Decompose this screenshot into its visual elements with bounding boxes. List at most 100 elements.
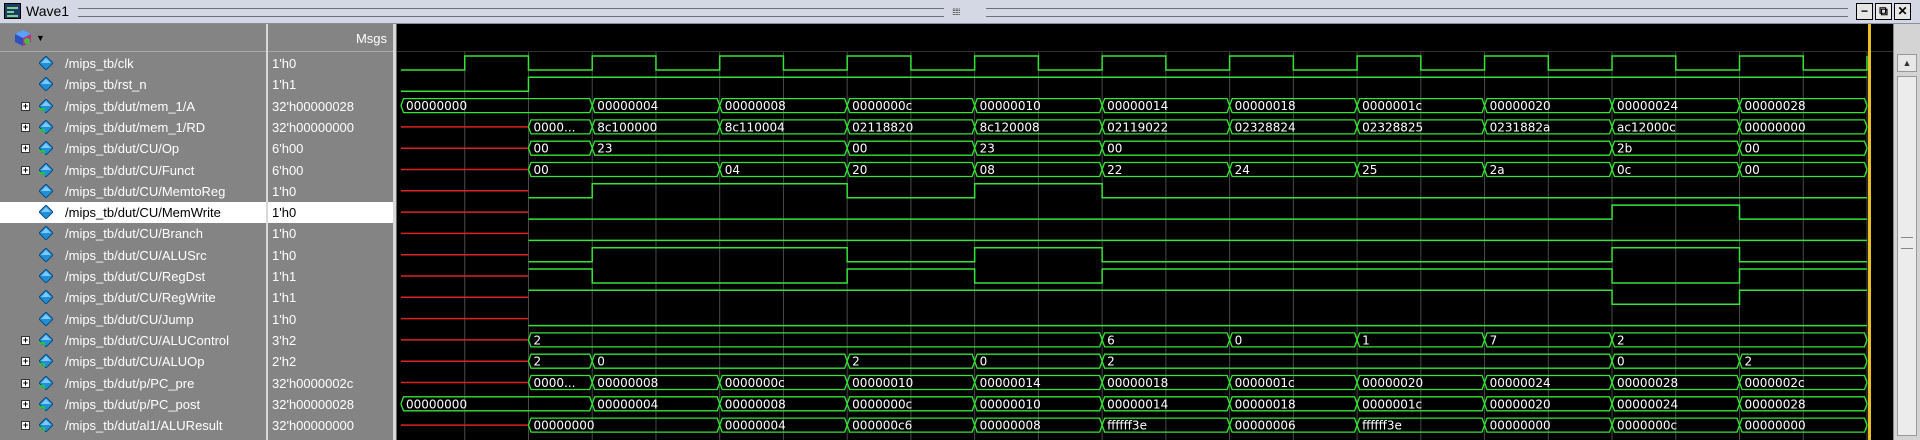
- signal-row[interactable]: + /mips_tb/dut/mem_1/A: [0, 96, 266, 117]
- dock-button[interactable]: ⧉: [1875, 3, 1892, 20]
- signal-value: 32'h00000028: [272, 98, 355, 114]
- signal-row[interactable]: /mips_tb/dut/CU/MemWrite: [0, 202, 266, 224]
- signal-name-panel: ▼ /mips_tb/clk/mips_tb/rst_n + /mips_tb/du…: [0, 24, 266, 440]
- value-row[interactable]: 1'h1: [268, 287, 393, 308]
- signal-row[interactable]: /mips_tb/dut/CU/Branch: [0, 223, 266, 244]
- bus-segment: [527, 332, 1103, 348]
- bus-value-label: 0231882a: [1490, 120, 1551, 134]
- value-row[interactable]: 1'h0: [268, 223, 393, 244]
- signal-diamond-icon: [39, 247, 53, 262]
- signal-name: /mips_tb/dut/CU/MemtoReg: [65, 183, 226, 199]
- signal-row[interactable]: /mips_tb/rst_n: [0, 74, 266, 95]
- bus-value-label: 23: [980, 142, 995, 156]
- signal-row[interactable]: /mips_tb/dut/CU/Jump: [0, 309, 266, 330]
- signal-diamond-icon: [39, 311, 53, 326]
- bus-value-label: 00000000: [1745, 120, 1806, 134]
- signal-value: 32'h00000000: [272, 418, 355, 434]
- value-row[interactable]: 2'h2: [268, 351, 393, 372]
- title-bar[interactable]: Wave1 ⁞⁞⁞⁞⁞ − ⧉ ✕: [0, 0, 1920, 24]
- scroll-thumb[interactable]: [1897, 76, 1917, 436]
- bus-value-label: 2: [852, 355, 860, 369]
- value-row[interactable]: 1'h0: [268, 202, 393, 224]
- signal-row[interactable]: + /mips_tb/dut/mem_1/RD: [0, 117, 266, 138]
- signal-row[interactable]: /mips_tb/dut/CU/MemtoReg: [0, 181, 266, 202]
- value-row[interactable]: 1'h1: [268, 266, 393, 287]
- bus-value-label: 2: [1745, 355, 1753, 369]
- bus-value-label: 0000000c: [1617, 419, 1677, 433]
- value-row[interactable]: 1'h1: [268, 74, 393, 95]
- cube-icon[interactable]: [14, 29, 32, 47]
- vertical-scrollbar[interactable]: ▲: [1893, 24, 1920, 440]
- signal-row[interactable]: /mips_tb/clk: [0, 53, 266, 74]
- signal-row[interactable]: + /mips_tb/dut/CU/Funct: [0, 160, 266, 181]
- waveform-canvas[interactable]: 00000000 00000004 00000008 0000000c 00000010…: [397, 24, 1893, 440]
- signal-row[interactable]: + /mips_tb/dut/al1/ALUResult: [0, 415, 266, 436]
- signal-diamond-icon: [39, 226, 53, 241]
- signal-name: /mips_tb/dut/CU/Op: [65, 141, 180, 157]
- bus-value-label: 8c100000: [597, 120, 657, 134]
- window-title: Wave1: [26, 3, 70, 19]
- bus-value-label: 0000001c: [1235, 376, 1295, 390]
- time-cursor[interactable]: [1868, 24, 1871, 440]
- signal-value: 1'h1: [272, 269, 297, 284]
- bus-value-label: 20: [852, 163, 867, 177]
- title-grip-left[interactable]: [78, 8, 944, 17]
- signal-row[interactable]: + /mips_tb/dut/CU/Op: [0, 138, 266, 159]
- close-button[interactable]: ✕: [1894, 3, 1911, 20]
- bus-value-label: ffffff3e: [1107, 419, 1147, 433]
- bus-value-label: 0000001c: [1362, 99, 1422, 113]
- bus-value-label: 00: [1107, 142, 1122, 156]
- bus-value-label: 00: [1745, 163, 1760, 177]
- value-row[interactable]: 32'h00000000: [268, 415, 393, 436]
- signal-row[interactable]: + /mips_tb/dut/CU/ALUControl: [0, 330, 266, 351]
- signal-row[interactable]: /mips_tb/dut/CU/RegDst: [0, 266, 266, 287]
- bus-value-label: 0: [1235, 333, 1243, 347]
- value-row[interactable]: 32'h0000002c: [268, 373, 393, 394]
- expand-plus-icon[interactable]: +: [21, 122, 30, 132]
- expand-plus-icon[interactable]: +: [21, 399, 30, 409]
- value-row[interactable]: 6'h00: [268, 160, 393, 181]
- bus-value-label: 00000014: [980, 376, 1041, 390]
- signal-diamond-icon: [39, 77, 53, 92]
- minimize-button[interactable]: −: [1856, 3, 1873, 20]
- expand-plus-icon[interactable]: +: [21, 378, 30, 388]
- value-row[interactable]: 1'h0: [268, 181, 393, 202]
- bus-value-label: 00000008: [980, 419, 1041, 433]
- scroll-up-arrow-icon[interactable]: ▲: [1897, 54, 1917, 72]
- expand-plus-icon[interactable]: +: [21, 421, 30, 431]
- signal-row[interactable]: + /mips_tb/dut/p/PC_post: [0, 394, 266, 415]
- waveform-pane[interactable]: 00000000 00000004 00000008 0000000c 00000010…: [397, 24, 1893, 440]
- value-row[interactable]: 1'h0: [268, 245, 393, 266]
- value-row[interactable]: 32'h00000028: [268, 96, 393, 117]
- value-row[interactable]: 1'h0: [268, 53, 393, 74]
- signal-diamond-icon: [39, 290, 53, 305]
- value-row[interactable]: 6'h00: [268, 138, 393, 159]
- bus-value-label: 2: [1617, 333, 1625, 347]
- bus-value-label: 00: [852, 142, 867, 156]
- title-grip-handle[interactable]: ⁞⁞⁞⁞⁞: [952, 7, 978, 17]
- bus-value-label: 00: [533, 142, 548, 156]
- bus-value-label: 0: [597, 355, 605, 369]
- signal-diamond-icon: [39, 183, 53, 198]
- signal-row[interactable]: /mips_tb/dut/CU/ALUSrc: [0, 245, 266, 266]
- value-row[interactable]: 3'h2: [268, 330, 393, 351]
- bus-value-label: 00000020: [1490, 397, 1551, 411]
- signal-value: 1'h0: [272, 247, 297, 263]
- chevron-down-icon[interactable]: ▼: [36, 33, 45, 43]
- signal-row[interactable]: + /mips_tb/dut/p/PC_pre: [0, 373, 266, 394]
- title-grip-right[interactable]: [986, 8, 1848, 17]
- expand-plus-icon[interactable]: +: [21, 165, 30, 175]
- signal-row[interactable]: /mips_tb/dut/CU/RegWrite: [0, 287, 266, 308]
- bus-value-label: 0000002c: [1745, 376, 1805, 390]
- value-row[interactable]: 32'h00000028: [268, 394, 393, 415]
- value-row[interactable]: 1'h0: [268, 309, 393, 330]
- expand-plus-icon[interactable]: +: [21, 357, 30, 367]
- bus-value-label: 00000010: [852, 376, 913, 390]
- signal-row[interactable]: + /mips_tb/dut/CU/ALUOp: [0, 351, 266, 372]
- expand-plus-icon[interactable]: +: [21, 101, 30, 111]
- expand-plus-icon[interactable]: +: [21, 335, 30, 345]
- value-row[interactable]: 32'h00000000: [268, 117, 393, 138]
- expand-plus-icon[interactable]: +: [21, 144, 30, 154]
- signal-diamond-icon: [39, 56, 53, 70]
- signal-value: 1'h1: [272, 290, 297, 306]
